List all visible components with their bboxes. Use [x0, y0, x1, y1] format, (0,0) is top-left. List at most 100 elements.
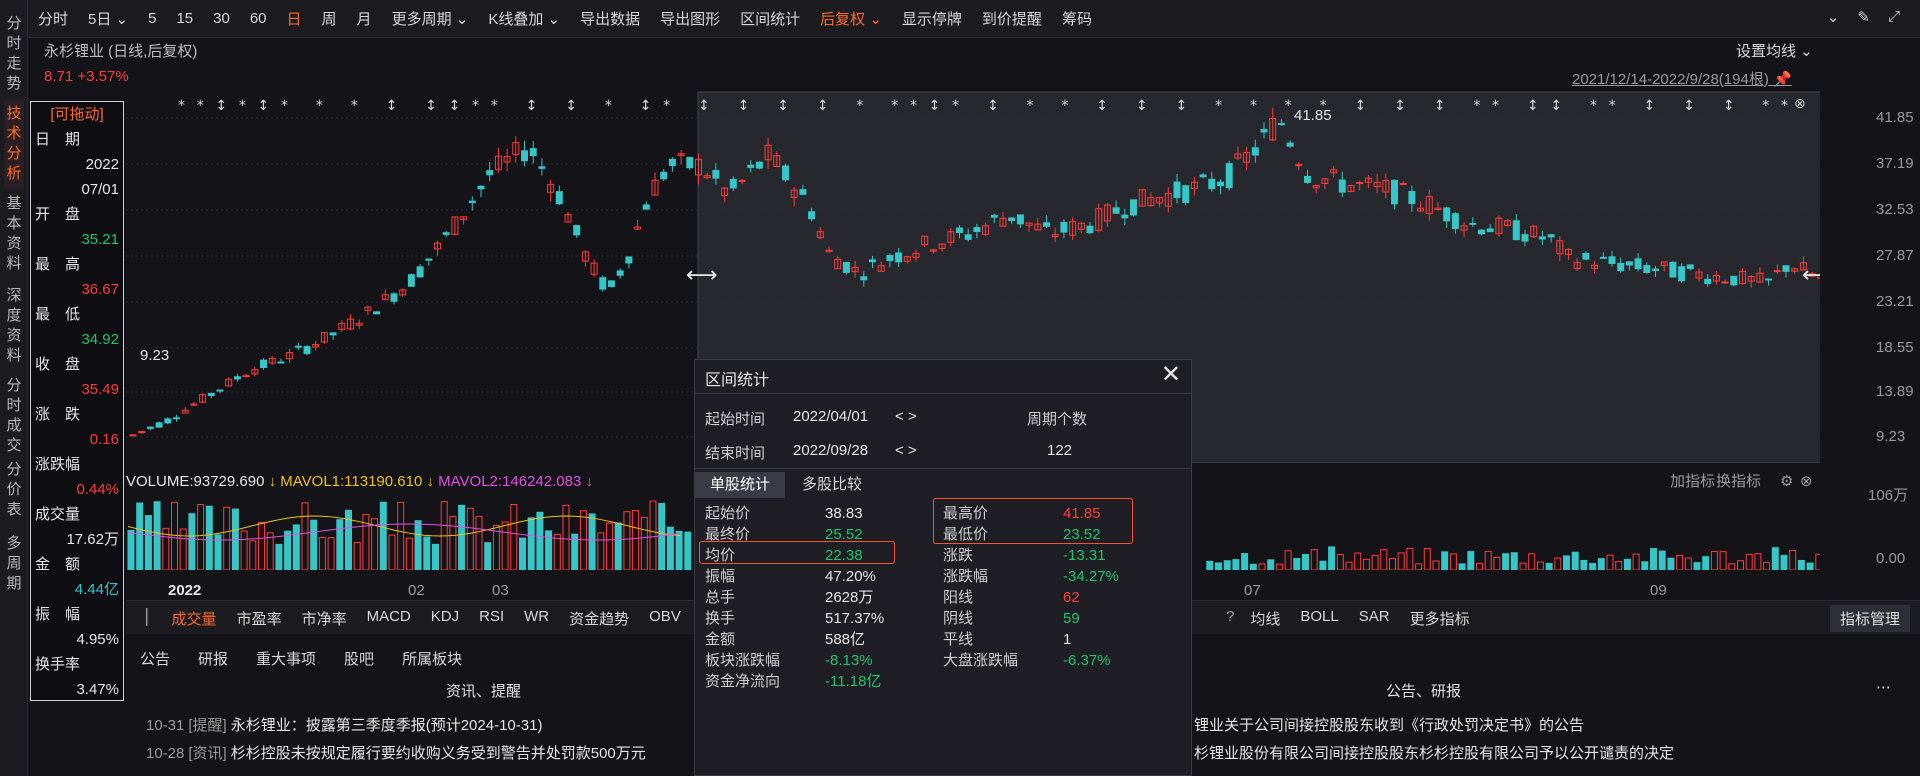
volume-bar: [632, 510, 640, 570]
left-nav-item-4[interactable]: 分时成交: [4, 372, 24, 460]
indicator-manage-button[interactable]: 指标管理: [1829, 605, 1910, 632]
collapse-icon[interactable]: ⌄: [1827, 8, 1840, 26]
news-title[interactable]: 杉杉控股未按规定履行要约收购义务受到警告并处罚款500万元: [231, 745, 646, 762]
toolbar-item-1[interactable]: 5日 ⌄: [78, 8, 138, 29]
add-indicator-button[interactable]: 加指标: [1670, 470, 1715, 494]
x-label-09: 09: [1650, 582, 1667, 599]
candle-down: [1338, 179, 1346, 193]
volume-bar: [223, 506, 231, 570]
swap-indicator-button[interactable]: 换指标: [1716, 470, 1761, 494]
toolbar-item-16[interactable]: 到价提醒: [972, 8, 1052, 29]
news-title[interactable]: 永杉锂业：披露第三季度季报(预计2024-10-31): [231, 717, 543, 734]
indicator-tab-5[interactable]: RSI: [469, 608, 514, 629]
toolbar-item-5[interactable]: 60: [240, 10, 277, 27]
toolbar-item-13[interactable]: 区间统计: [730, 8, 810, 29]
volume-bar: [684, 531, 692, 570]
indicator-tab-6[interactable]: WR: [514, 608, 559, 629]
candle-down: [660, 171, 668, 180]
candle-down: [1208, 178, 1216, 190]
x-label-07: 07: [1244, 582, 1261, 599]
end-time-stepper[interactable]: < >: [895, 442, 917, 459]
toolbar-item-4[interactable]: 30: [203, 10, 240, 27]
info-amt: 4.44亿: [74, 581, 119, 598]
left-nav-item-6[interactable]: 多周期: [4, 530, 24, 598]
candle-down: [573, 224, 581, 236]
gear-icon[interactable]: ⚙: [1780, 470, 1793, 494]
ma-setting-button[interactable]: 设置均线 ⌄: [1736, 40, 1813, 61]
indicator-tab-1[interactable]: 市盈率: [227, 608, 292, 629]
info-pct-label: 涨跌幅: [35, 456, 81, 473]
toolbar-item-0[interactable]: 分时: [28, 8, 78, 29]
toolbar-item-9[interactable]: 更多周期 ⌄: [382, 8, 479, 29]
toolbar-item-14[interactable]: 后复权 ⌄: [810, 8, 892, 29]
news-tab-3[interactable]: 股吧: [330, 648, 388, 669]
toolbar-item-2[interactable]: 5: [138, 10, 166, 27]
indicator-tab-2[interactable]: 市净率: [292, 608, 357, 629]
volume-bar: [562, 504, 570, 570]
end-time-value[interactable]: 2022/09/28: [793, 442, 868, 459]
candle-down: [1478, 229, 1485, 235]
volume-bar: [1780, 554, 1788, 570]
help-icon[interactable]: ?: [1220, 608, 1240, 629]
news-tab-2[interactable]: 重大事项: [242, 648, 330, 669]
left-nav-item-2[interactable]: 基本资料: [4, 190, 24, 278]
indicator-tab-right-3[interactable]: 更多指标: [1400, 608, 1480, 629]
news-right-title[interactable]: 锂业关于公司间接控股股东收到《行政处罚决定书》的公告: [1194, 712, 1584, 740]
info-pct: 0.44%: [76, 481, 119, 498]
toolbar-item-15[interactable]: 显示停牌: [892, 8, 972, 29]
toolbar-item-6[interactable]: 日: [277, 8, 312, 29]
start-time-stepper[interactable]: < >: [895, 408, 917, 425]
volume-bar: [1284, 550, 1292, 570]
stat-row: 涨跌幅 -34.27%: [943, 566, 1173, 587]
close-icon[interactable]: ✕: [1161, 360, 1181, 389]
news-header-right: 公告、研报: [1386, 683, 1462, 700]
left-nav-item-5[interactable]: 分价表: [4, 456, 24, 524]
indicator-tab-8[interactable]: OBV: [639, 608, 691, 629]
tab-single-stock[interactable]: 单股统计: [695, 472, 785, 498]
candle-down: [729, 178, 737, 189]
stat-row: 振幅 47.20%: [705, 566, 935, 587]
toolbar-item-3[interactable]: 15: [166, 10, 203, 27]
left-nav-item-0[interactable]: 分时走势: [4, 10, 24, 98]
volume-bar: [1362, 558, 1370, 570]
volume-bar: [623, 511, 631, 570]
toolbar-item-12[interactable]: 导出图形: [650, 8, 730, 29]
indicator-tab-right-1[interactable]: BOLL: [1290, 608, 1348, 629]
left-nav-item-3[interactable]: 深度资料: [4, 282, 24, 370]
close-icon[interactable]: ⊗: [1800, 470, 1813, 494]
info-date: 07/01: [81, 181, 119, 198]
candle-down: [538, 166, 546, 169]
candle-down: [1730, 275, 1738, 286]
volume-bar: [1789, 549, 1797, 570]
toolbar-item-7[interactable]: 周: [312, 8, 347, 29]
volume-bar: [266, 532, 274, 570]
candle-down: [1008, 217, 1016, 221]
more-icon[interactable]: ⋯: [1876, 678, 1891, 696]
left-nav-item-1[interactable]: 技术分析: [4, 100, 24, 188]
interval-stats-dialog[interactable]: 区间统计 ✕ 起始时间 2022/04/01 < > 周期个数 结束时间 202…: [694, 359, 1192, 776]
stat-value: 1: [1063, 631, 1072, 648]
toolbar-item-11[interactable]: 导出数据: [570, 8, 650, 29]
stat-row: 阴线 59: [943, 608, 1173, 629]
volume-bar: [458, 504, 466, 570]
toolbar-item-17[interactable]: 筹码: [1052, 8, 1102, 29]
news-tab-4[interactable]: 所属板块: [388, 648, 476, 669]
indicator-tab-7[interactable]: 资金趋势: [559, 608, 639, 629]
start-time-value[interactable]: 2022/04/01: [793, 408, 868, 425]
info-panel[interactable]: [可拖动] 日 期 2022 07/01 开 盘 35.21 最 高 36.67…: [30, 101, 124, 701]
news-tab-0[interactable]: 公告: [126, 648, 184, 669]
stat-label: 资金净流向: [705, 673, 781, 690]
stat-label: 起始价: [705, 505, 751, 522]
indicator-tab-right-0[interactable]: 均线: [1240, 608, 1290, 629]
indicator-tab-3[interactable]: MACD: [357, 608, 421, 629]
indicator-tab-4[interactable]: KDJ: [421, 608, 469, 629]
tab-multi-stock[interactable]: 多股比较: [787, 472, 877, 498]
volume-bar: [1536, 561, 1544, 570]
indicator-tab-right-2[interactable]: SAR: [1349, 608, 1400, 629]
news-right-title[interactable]: 杉锂业股份有限公司间接控股股东杉杉控股有限公司予以公开谴责的决定: [1194, 740, 1674, 768]
candle-down: [1408, 191, 1416, 205]
toolbar-item-10[interactable]: K线叠加 ⌄: [478, 8, 570, 29]
toolbar-item-8[interactable]: 月: [347, 8, 382, 29]
news-tab-1[interactable]: 研报: [184, 648, 242, 669]
indicator-tab-0[interactable]: 成交量: [162, 608, 227, 629]
